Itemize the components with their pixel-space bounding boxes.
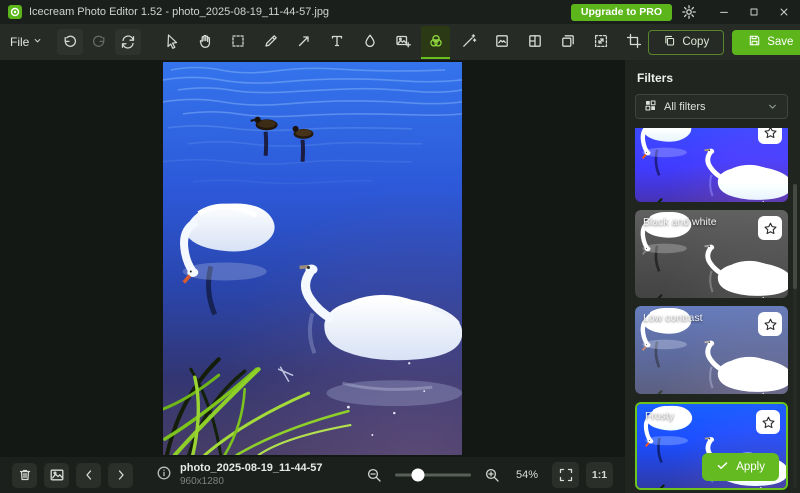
rotate-button[interactable] xyxy=(115,29,141,55)
filter-category-dropdown[interactable]: All filters xyxy=(635,94,788,119)
photo-canvas xyxy=(163,62,462,455)
filter-card-frosty[interactable]: Frosty Apply xyxy=(635,402,788,490)
select-tool-button[interactable] xyxy=(223,26,252,59)
filter-card-low-contrast[interactable]: Low contrast xyxy=(635,306,788,394)
statusbar: photo_2025-08-19_11-44-57 960x1280 54% 1… xyxy=(0,457,625,493)
favorite-star-button[interactable] xyxy=(758,312,782,336)
chevron-down-icon xyxy=(32,35,43,49)
filter-card-black-and-white[interactable]: Black and white xyxy=(635,210,788,298)
scrollbar-track[interactable] xyxy=(793,184,797,489)
apply-label: Apply xyxy=(736,461,765,473)
titlebar: Icecream Photo Editor 1.52 - photo_2025-… xyxy=(0,0,800,24)
crop-tool-button[interactable] xyxy=(619,26,648,59)
filters-panel: Filters All filters Black and white Low c… xyxy=(625,60,800,493)
save-icon xyxy=(748,34,761,50)
duplicate-tool-button[interactable] xyxy=(553,26,582,59)
copy-button[interactable]: Copy xyxy=(648,30,724,55)
apply-filter-button[interactable]: Apply xyxy=(702,453,779,481)
canvas-area[interactable] xyxy=(0,60,625,457)
filter-category-value: All filters xyxy=(664,101,706,113)
grid-icon xyxy=(644,99,657,115)
image-nav-actions xyxy=(12,463,133,488)
info-icon xyxy=(156,465,172,486)
zoom-in-button[interactable] xyxy=(482,465,502,485)
undo-button[interactable] xyxy=(57,29,83,55)
save-button[interactable]: Save xyxy=(732,30,800,55)
image-dimensions: 960x1280 xyxy=(180,476,322,489)
chevron-down-icon xyxy=(766,100,779,113)
gallery-button[interactable] xyxy=(44,463,69,488)
maximize-button[interactable] xyxy=(746,4,762,20)
frame-tool-button[interactable] xyxy=(487,26,516,59)
pencil-tool-button[interactable] xyxy=(256,26,285,59)
collage-tool-button[interactable] xyxy=(520,26,549,59)
window-title: Icecream Photo Editor 1.52 - photo_2025-… xyxy=(29,6,329,18)
app-window: Icecream Photo Editor 1.52 - photo_2025-… xyxy=(0,0,800,493)
check-icon xyxy=(716,459,729,475)
zoom-slider[interactable] xyxy=(395,467,471,483)
file-info: photo_2025-08-19_11-44-57 960x1280 xyxy=(156,462,322,488)
toolbar: File Copy Save xyxy=(0,24,800,60)
zoom-out-button[interactable] xyxy=(364,465,384,485)
fit-screen-button[interactable] xyxy=(552,462,579,488)
filter-card-0[interactable] xyxy=(635,128,788,202)
app-logo-icon xyxy=(8,5,22,19)
blur-tool-button[interactable] xyxy=(355,26,384,59)
favorite-star-button[interactable] xyxy=(758,216,782,240)
filter-label: Low contrast xyxy=(643,312,703,324)
favorite-star-button[interactable] xyxy=(756,410,780,434)
sticker-tool-button[interactable] xyxy=(388,26,417,59)
history-group xyxy=(57,29,141,55)
tool-group xyxy=(157,26,648,59)
close-button[interactable] xyxy=(776,4,792,20)
copy-icon xyxy=(663,34,676,50)
next-button[interactable] xyxy=(108,463,133,488)
file-menu-label: File xyxy=(10,35,29,49)
retouch-tool-button[interactable] xyxy=(454,26,483,59)
copy-button-label: Copy xyxy=(682,36,709,48)
current-filename: photo_2025-08-19_11-44-57 xyxy=(180,462,322,476)
actual-size-button[interactable]: 1:1 xyxy=(586,462,613,488)
hand-tool-button[interactable] xyxy=(190,26,219,59)
save-button-label: Save xyxy=(767,36,793,48)
filter-list: Black and white Low contrast Frosty Apply xyxy=(635,128,788,493)
previous-button[interactable] xyxy=(76,463,101,488)
resize-tool-button[interactable] xyxy=(586,26,615,59)
zoom-slider-thumb[interactable] xyxy=(411,469,424,482)
filter-label: Frosty xyxy=(645,410,674,422)
scrollbar-thumb[interactable] xyxy=(793,184,797,289)
arrow-tool-button[interactable] xyxy=(289,26,318,59)
file-menu-button[interactable]: File xyxy=(10,35,43,49)
upgrade-pro-button[interactable]: Upgrade to PRO xyxy=(571,4,672,21)
minimize-button[interactable] xyxy=(716,4,732,20)
redo-button[interactable] xyxy=(86,29,112,55)
settings-gear-button[interactable] xyxy=(679,2,699,22)
zoom-slider-track xyxy=(395,474,471,477)
text-tool-button[interactable] xyxy=(322,26,351,59)
filters-heading: Filters xyxy=(637,71,788,85)
favorite-star-button[interactable] xyxy=(758,128,782,144)
window-controls xyxy=(716,4,792,20)
zoom-level: 54% xyxy=(513,469,541,481)
delete-button[interactable] xyxy=(12,463,37,488)
pointer-tool-button[interactable] xyxy=(157,26,186,59)
filter-label: Black and white xyxy=(643,216,717,228)
filters-tool-button[interactable] xyxy=(421,26,450,59)
